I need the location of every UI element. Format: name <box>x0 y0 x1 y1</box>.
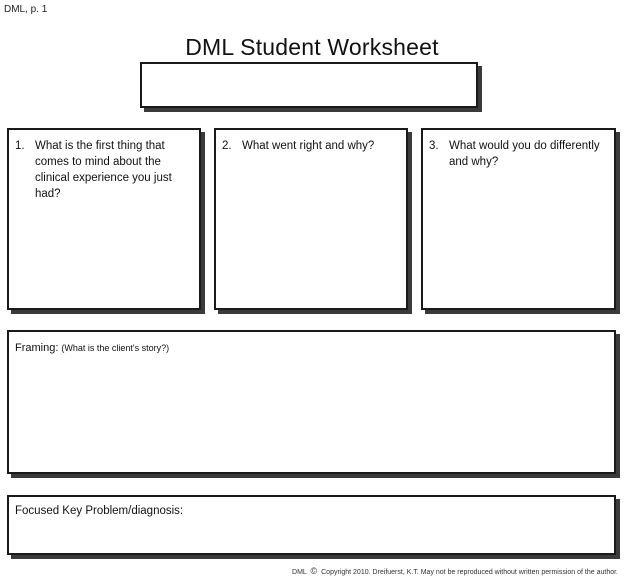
question-1-number: 1. <box>15 140 25 152</box>
framing-hint: (What is the client's story?) <box>61 343 170 353</box>
footer-prefix: DML <box>292 569 307 576</box>
question-3-box[interactable]: 3. What would you do differently and why… <box>421 128 616 310</box>
question-3-number: 3. <box>429 140 439 152</box>
name-entry-box[interactable] <box>140 62 478 108</box>
question-2-box[interactable]: 2. What went right and why? <box>214 128 408 310</box>
copyright-footer: DML © Copyright 2010. Dreifuerst, K.T. M… <box>292 566 618 576</box>
page-number-label: DML, p. 1 <box>4 4 48 15</box>
question-1-text: What is the first thing that comes to mi… <box>35 140 172 200</box>
focused-problem-box[interactable]: Focused Key Problem/diagnosis: <box>7 495 616 555</box>
framing-heading: Framing: (What is the client's story?) <box>9 332 614 354</box>
footer-text: Copyright 2010. Dreifuerst, K.T. May not… <box>321 569 618 576</box>
question-2: 2. What went right and why? <box>216 130 406 154</box>
question-1: 1. What is the first thing that comes to… <box>9 130 199 202</box>
framing-label: Framing: <box>15 342 59 354</box>
question-2-text: What went right and why? <box>242 140 375 152</box>
question-1-box[interactable]: 1. What is the first thing that comes to… <box>7 128 201 310</box>
copyright-icon: © <box>310 566 318 576</box>
question-2-number: 2. <box>222 140 232 152</box>
question-3: 3. What would you do differently and why… <box>423 130 614 170</box>
page-title: DML Student Worksheet <box>185 34 439 60</box>
question-3-text: What would you do differently and why? <box>449 140 600 168</box>
framing-box[interactable]: Framing: (What is the client's story?) <box>7 330 616 474</box>
focused-problem-label: Focused Key Problem/diagnosis: <box>15 505 184 517</box>
